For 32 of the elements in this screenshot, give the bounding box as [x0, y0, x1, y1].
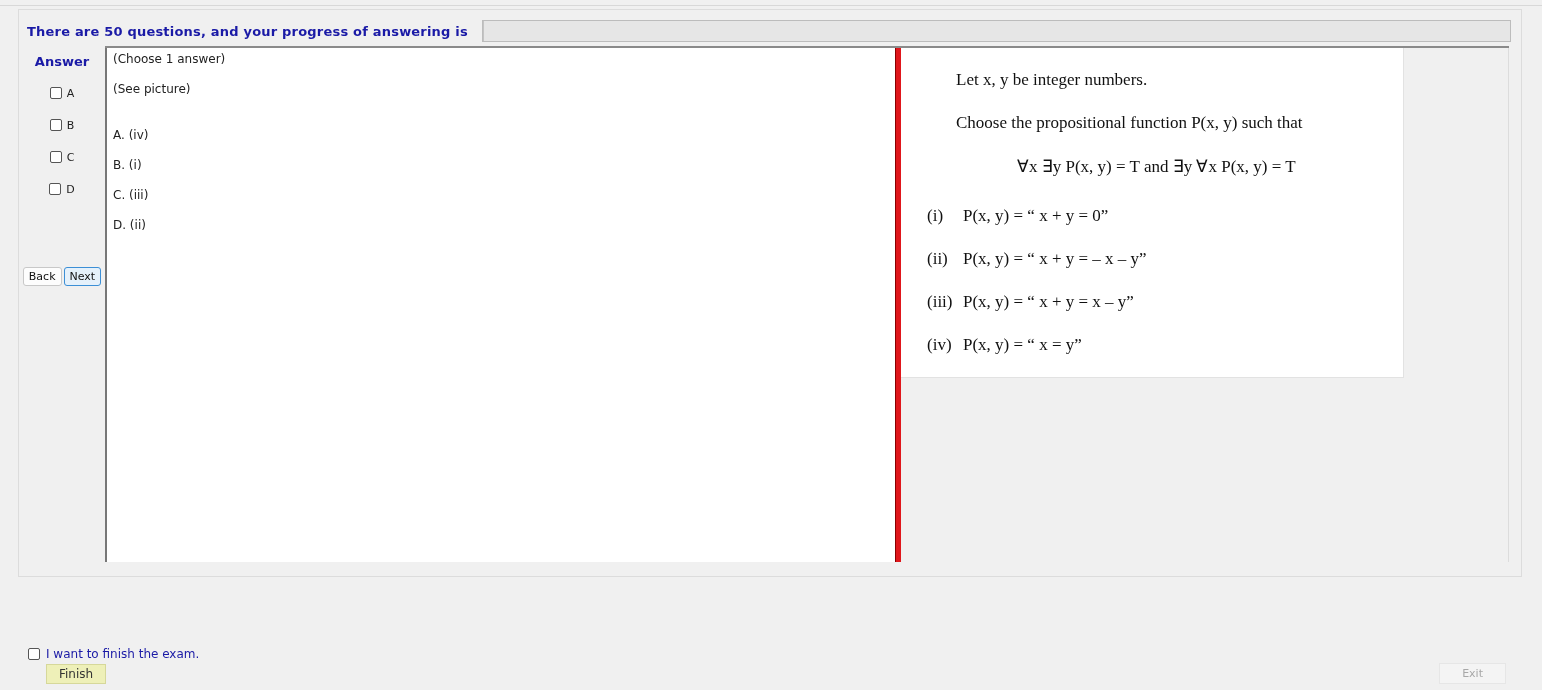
- nav-button[interactable]: Next: [63, 267, 102, 286]
- option-label: B: [66, 118, 75, 132]
- question-line: (Choose 1 answer): [113, 52, 226, 68]
- question-sentence: Choose the propositional function P(x, y) such that: [955, 113, 1304, 134]
- item-number: (i): [927, 206, 945, 227]
- answer-title: Answer: [34, 54, 90, 69]
- finish-button[interactable]: Finish: [46, 663, 107, 684]
- progress-label: There are 50 questions, and your progress of answering is: [27, 23, 468, 39]
- item-formula: P(x, y) = “ x + y = x – y”: [963, 292, 1134, 313]
- question-line: (See picture): [113, 82, 191, 98]
- item-number: (iv): [927, 335, 953, 356]
- answer-checkbox[interactable]: [49, 87, 62, 99]
- item-number: (iii): [927, 292, 954, 313]
- answer-checkbox[interactable]: [49, 183, 62, 195]
- item-number: (ii): [927, 249, 949, 270]
- nav-button[interactable]: Back: [22, 267, 62, 286]
- finish-label: I want to finish the exam.: [46, 647, 200, 661]
- choice-line: D. (ii): [113, 218, 146, 234]
- question-sentence: Let x, y be integer numbers.: [955, 70, 1149, 91]
- option-label: A: [66, 86, 75, 100]
- choice-line: A. (iv): [113, 128, 149, 144]
- formula: ∀x ∃y P(x, y) = T and ∃y ∀x P(x, y) = T: [1016, 156, 1297, 178]
- finish-checkbox[interactable]: [28, 648, 40, 660]
- choice-line: B. (i): [113, 158, 142, 174]
- answer-checkbox[interactable]: [49, 151, 62, 163]
- choice-line: C. (iii): [113, 188, 149, 204]
- answer-checkbox[interactable]: [49, 119, 62, 131]
- option-label: D: [66, 182, 75, 196]
- option-label: C: [66, 150, 75, 164]
- item-formula: P(x, y) = “ x + y = 0”: [963, 206, 1109, 227]
- item-formula: P(x, y) = “ x = y”: [963, 335, 1082, 356]
- item-formula: P(x, y) = “ x + y = – x – y”: [963, 249, 1147, 270]
